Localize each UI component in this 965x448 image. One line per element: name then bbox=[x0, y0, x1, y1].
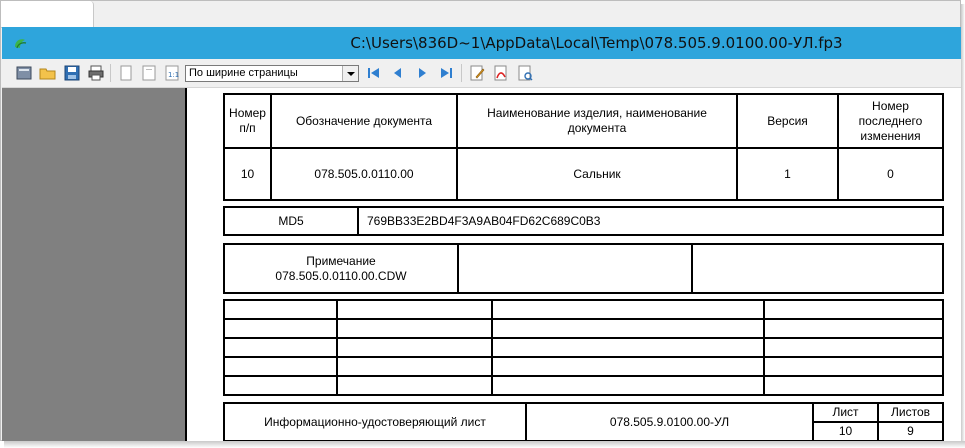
print-icon[interactable] bbox=[87, 64, 105, 82]
md5-table: MD5 769BB33E2BD4F3A9AB04FD62C689C0B3 bbox=[223, 206, 944, 236]
actual-size-icon[interactable]: 1:1 bbox=[163, 64, 181, 82]
window-title: C:\Users\836D~1\AppData\Local\Temp\078.5… bbox=[350, 34, 843, 52]
sheets-count: 9 bbox=[877, 421, 944, 441]
sheet-label: Лист bbox=[812, 402, 879, 423]
empty-cell bbox=[336, 318, 493, 339]
footer-title: Информационно-удостоверяющий лист bbox=[223, 402, 527, 441]
document-properties-icon[interactable] bbox=[516, 64, 534, 82]
col-name-header: Наименование изделия, наименование докум… bbox=[456, 93, 738, 149]
svg-text:1:1: 1:1 bbox=[168, 71, 179, 79]
background-tab bbox=[1, 1, 94, 28]
empty-cell bbox=[763, 337, 944, 358]
table-row: 10 078.505.0.0110.00 Сальник 1 0 bbox=[223, 147, 944, 201]
viewer-window: C:\Users\836D~1\AppData\Local\Temp\078.5… bbox=[0, 0, 961, 441]
single-page-icon[interactable] bbox=[117, 64, 135, 82]
empty-cell bbox=[336, 375, 493, 396]
note-empty-cell bbox=[691, 243, 944, 294]
item-name: Сальник bbox=[456, 147, 738, 201]
zoom-select[interactable]: По ширине страницы bbox=[185, 65, 359, 82]
window-shadow bbox=[961, 4, 965, 445]
col-version-header: Версия bbox=[736, 93, 839, 149]
note-cell: Примечание 078.505.0.0110.00.CDW bbox=[223, 243, 459, 294]
empty-cell bbox=[491, 337, 765, 358]
toolbar-separator bbox=[461, 64, 462, 82]
footer-designation: 078.505.9.0100.00-УЛ bbox=[525, 402, 814, 441]
table-row bbox=[223, 318, 944, 339]
title-bar[interactable]: C:\Users\836D~1\AppData\Local\Temp\078.5… bbox=[2, 27, 961, 59]
toolbar: 1:1 По ширине страницы bbox=[2, 59, 961, 88]
col-last-change-header: Номер последнего изменения bbox=[837, 93, 944, 149]
empty-cell bbox=[223, 356, 338, 377]
md5-label: MD5 bbox=[223, 206, 359, 236]
col-designation-header: Обозначение документа bbox=[270, 93, 458, 149]
note-row: Примечание 078.505.0.0110.00.CDW bbox=[223, 243, 944, 294]
item-table: Номер п/п Обозначение документа Наименов… bbox=[223, 93, 944, 201]
table-row bbox=[223, 356, 944, 377]
page-left-border bbox=[185, 88, 187, 441]
table-header-row: Номер п/п Обозначение документа Наименов… bbox=[223, 93, 944, 149]
page-width-icon[interactable] bbox=[140, 64, 158, 82]
last-page-icon[interactable] bbox=[437, 64, 455, 82]
item-designation: 078.505.0.0110.00 bbox=[270, 147, 458, 201]
window-shadow bbox=[4, 441, 965, 448]
sheets-label: Листов bbox=[877, 402, 944, 423]
item-number: 10 bbox=[223, 147, 272, 201]
export-pdf-icon[interactable] bbox=[492, 64, 510, 82]
previous-page-icon[interactable] bbox=[389, 64, 407, 82]
empty-cell bbox=[223, 375, 338, 396]
zoom-select-value: По ширине страницы bbox=[189, 67, 298, 79]
document-view[interactable]: Номер п/п Обозначение документа Наименов… bbox=[185, 88, 961, 441]
col-number-header: Номер п/п bbox=[223, 93, 272, 149]
empty-cell bbox=[223, 299, 338, 320]
table-row bbox=[223, 299, 944, 320]
md5-row: MD5 769BB33E2BD4F3A9AB04FD62C689C0B3 bbox=[223, 206, 944, 236]
empty-cell bbox=[491, 375, 765, 396]
empty-cell bbox=[491, 299, 765, 320]
thumbnail-pane bbox=[2, 88, 185, 441]
empty-cell bbox=[491, 356, 765, 377]
item-last-change: 0 bbox=[837, 147, 944, 201]
title-block-table: Информационно-удостоверяющий лист 078.50… bbox=[223, 402, 944, 441]
table-row bbox=[223, 375, 944, 396]
empty-cell bbox=[763, 356, 944, 377]
empty-cell bbox=[336, 356, 493, 377]
title-block-row: Информационно-удостоверяющий лист 078.50… bbox=[223, 402, 944, 441]
note-label: Примечание bbox=[306, 253, 376, 268]
first-page-icon[interactable] bbox=[365, 64, 383, 82]
empty-cell bbox=[763, 299, 944, 320]
empty-cell bbox=[223, 318, 338, 339]
note-table: Примечание 078.505.0.0110.00.CDW bbox=[223, 243, 944, 294]
empty-cell bbox=[336, 337, 493, 358]
table-row bbox=[223, 337, 944, 358]
empty-cell bbox=[763, 318, 944, 339]
sheet-number: 10 bbox=[812, 421, 879, 441]
md5-value: 769BB33E2BD4F3A9AB04FD62C689C0B3 bbox=[357, 206, 944, 236]
empty-cell bbox=[336, 299, 493, 320]
empty-cell bbox=[223, 337, 338, 358]
save-icon[interactable] bbox=[63, 64, 81, 82]
open-list-icon[interactable] bbox=[15, 64, 33, 82]
note-empty-cell bbox=[457, 243, 693, 294]
item-version: 1 bbox=[736, 147, 839, 201]
note-file: 078.505.0.0110.00.CDW bbox=[275, 268, 407, 283]
empty-cell bbox=[763, 375, 944, 396]
next-page-icon[interactable] bbox=[413, 64, 431, 82]
empty-cell bbox=[491, 318, 765, 339]
chevron-down-icon[interactable] bbox=[342, 66, 358, 81]
empty-grid-table bbox=[223, 299, 944, 396]
edit-document-icon[interactable] bbox=[468, 64, 486, 82]
open-folder-icon[interactable] bbox=[39, 64, 57, 82]
toolbar-separator bbox=[110, 64, 111, 82]
